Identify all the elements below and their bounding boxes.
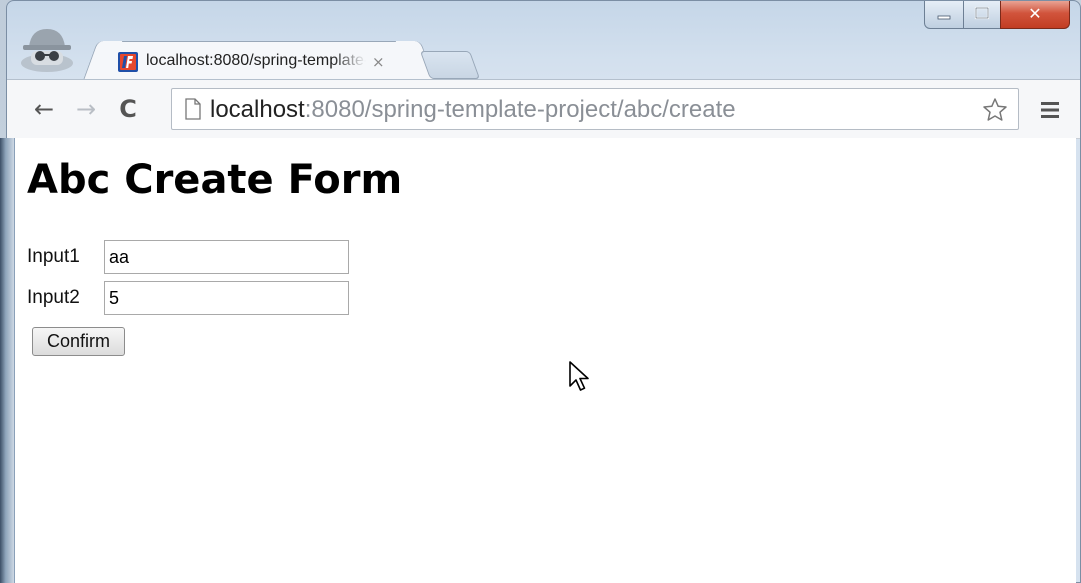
page-content: Abc Create Form Input1 Input2 Confirm bbox=[14, 138, 1076, 583]
input1-field[interactable] bbox=[104, 240, 349, 274]
input2-label: Input2 bbox=[27, 287, 80, 308]
close-window-icon: ✕ bbox=[1028, 4, 1042, 23]
url-host: localhost bbox=[210, 96, 305, 123]
page-title: Abc Create Form bbox=[27, 157, 403, 203]
back-arrow-icon[interactable]: ← bbox=[29, 94, 59, 124]
minimize-icon bbox=[937, 15, 951, 20]
confirm-button[interactable]: Confirm bbox=[32, 327, 125, 356]
window-controls: ✕ bbox=[924, 1, 1074, 33]
forward-arrow-icon[interactable]: → bbox=[71, 94, 101, 124]
incognito-icon bbox=[21, 29, 73, 72]
star-icon[interactable] bbox=[982, 97, 1008, 123]
address-bar[interactable]: localhost:8080/spring-template-project/a… bbox=[171, 88, 1019, 130]
tab-title: localhost:8080/spring-template-project/a… bbox=[146, 52, 366, 69]
hamburger-menu-icon[interactable] bbox=[1039, 100, 1061, 120]
minimize-button[interactable] bbox=[924, 1, 964, 29]
browser-tab[interactable]: localhost:8080/spring-template-project/a… bbox=[103, 41, 415, 81]
input2-field[interactable] bbox=[104, 281, 349, 315]
page-icon bbox=[185, 98, 201, 120]
url-text[interactable]: localhost:8080/spring-template-project/a… bbox=[210, 95, 736, 125]
title-bar[interactable]: localhost:8080/spring-template-project/a… bbox=[7, 1, 1080, 81]
new-tab-button[interactable] bbox=[419, 51, 481, 79]
maximize-button[interactable] bbox=[963, 1, 1001, 29]
url-path: :8080/spring-template-project/abc/create bbox=[304, 96, 736, 123]
close-window-button[interactable]: ✕ bbox=[1000, 1, 1070, 29]
input1-label: Input1 bbox=[27, 246, 80, 267]
window-left-border bbox=[0, 138, 14, 583]
mouse-cursor-icon bbox=[569, 361, 589, 391]
browser-toolbar: ← → C localhost:8080/spring-template-pro… bbox=[7, 79, 1080, 139]
tab-close-icon[interactable]: × bbox=[372, 52, 388, 72]
maximize-icon bbox=[974, 6, 990, 20]
reload-icon[interactable]: C bbox=[113, 94, 143, 124]
app-favicon-icon bbox=[118, 52, 138, 72]
